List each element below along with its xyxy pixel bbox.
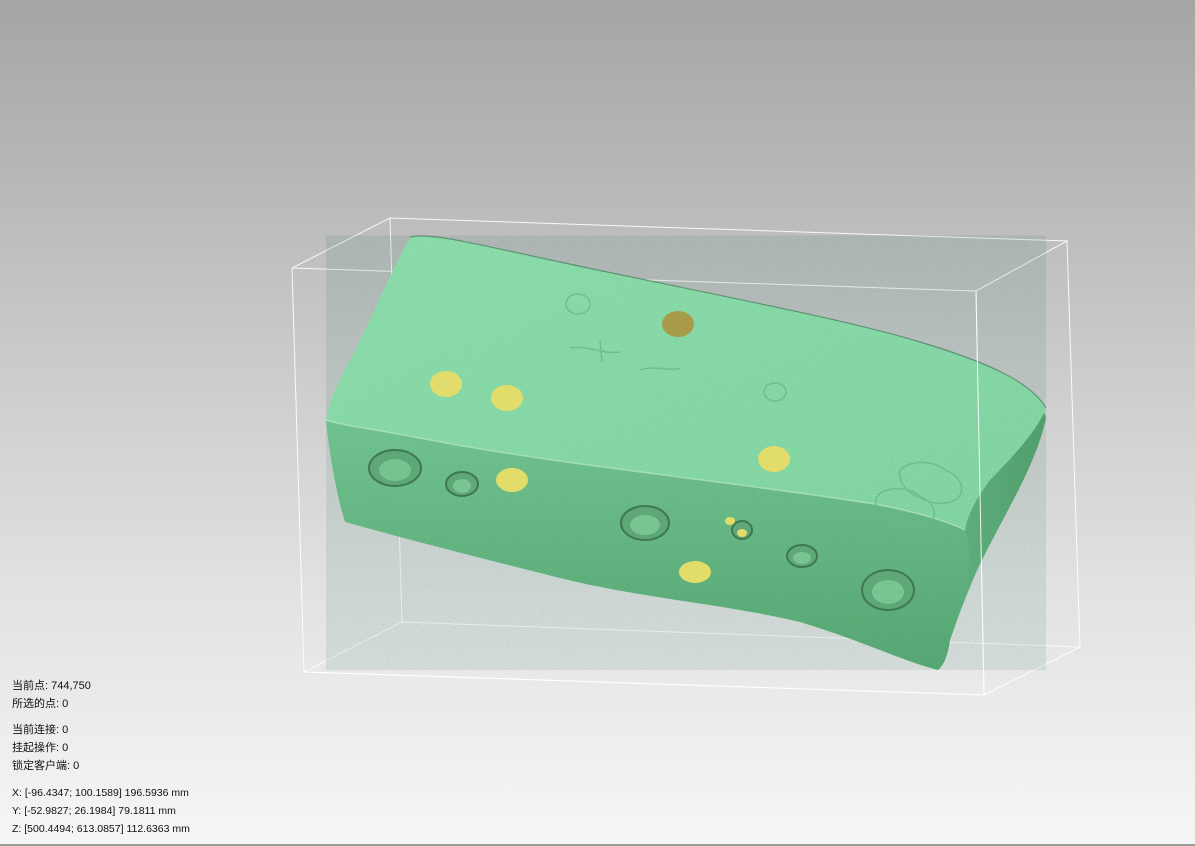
x-range-value: [-96.4347; 100.1589] 196.5936 mm <box>24 787 189 799</box>
y-label: Y: <box>12 805 22 817</box>
3d-viewport[interactable] <box>0 0 1195 846</box>
x-label: X: <box>12 787 22 799</box>
scanned-mesh[interactable] <box>325 235 1047 670</box>
z-label: Z: <box>12 823 22 835</box>
y-range-row: Y: [-52.9827; 26.1984] 79.1811 mm <box>12 802 190 820</box>
z-range-row: Z: [500.4494; 613.0857] 112.6363 mm <box>12 820 190 838</box>
pending-ops-label: 挂起操作: <box>12 742 60 754</box>
current-connections-label: 当前连接: <box>12 724 60 736</box>
z-range-value: [500.4494; 613.0857] 112.6363 mm <box>24 823 190 835</box>
selected-points-row: 所选的点: 0 <box>12 695 91 713</box>
pending-ops-value: 0 <box>62 742 69 754</box>
current-points-row: 当前点: 744,750 <box>12 677 91 695</box>
x-range-row: X: [-96.4347; 100.1589] 196.5936 mm <box>12 784 190 802</box>
current-points-value: 744,750 <box>51 680 91 692</box>
current-points-label: 当前点: <box>12 680 49 692</box>
locked-clients-row: 锁定客户端: 0 <box>12 757 79 775</box>
current-connections-row: 当前连接: 0 <box>12 721 79 739</box>
bounding-box-coords: X: [-96.4347; 100.1589] 196.5936 mm Y: [… <box>12 784 190 838</box>
selected-points-value: 0 <box>62 698 69 710</box>
3d-scene[interactable] <box>0 0 1195 846</box>
locked-clients-label: 锁定客户端: <box>12 760 71 772</box>
locked-clients-value: 0 <box>73 760 80 772</box>
point-stats: 当前点: 744,750 所选的点: 0 <box>12 677 91 713</box>
current-connections-value: 0 <box>62 724 69 736</box>
connection-stats: 当前连接: 0 挂起操作: 0 锁定客户端: 0 <box>12 721 79 775</box>
y-range-value: [-52.9827; 26.1984] 79.1811 mm <box>24 805 176 817</box>
selected-points-label: 所选的点: <box>12 698 60 710</box>
pending-ops-row: 挂起操作: 0 <box>12 739 79 757</box>
